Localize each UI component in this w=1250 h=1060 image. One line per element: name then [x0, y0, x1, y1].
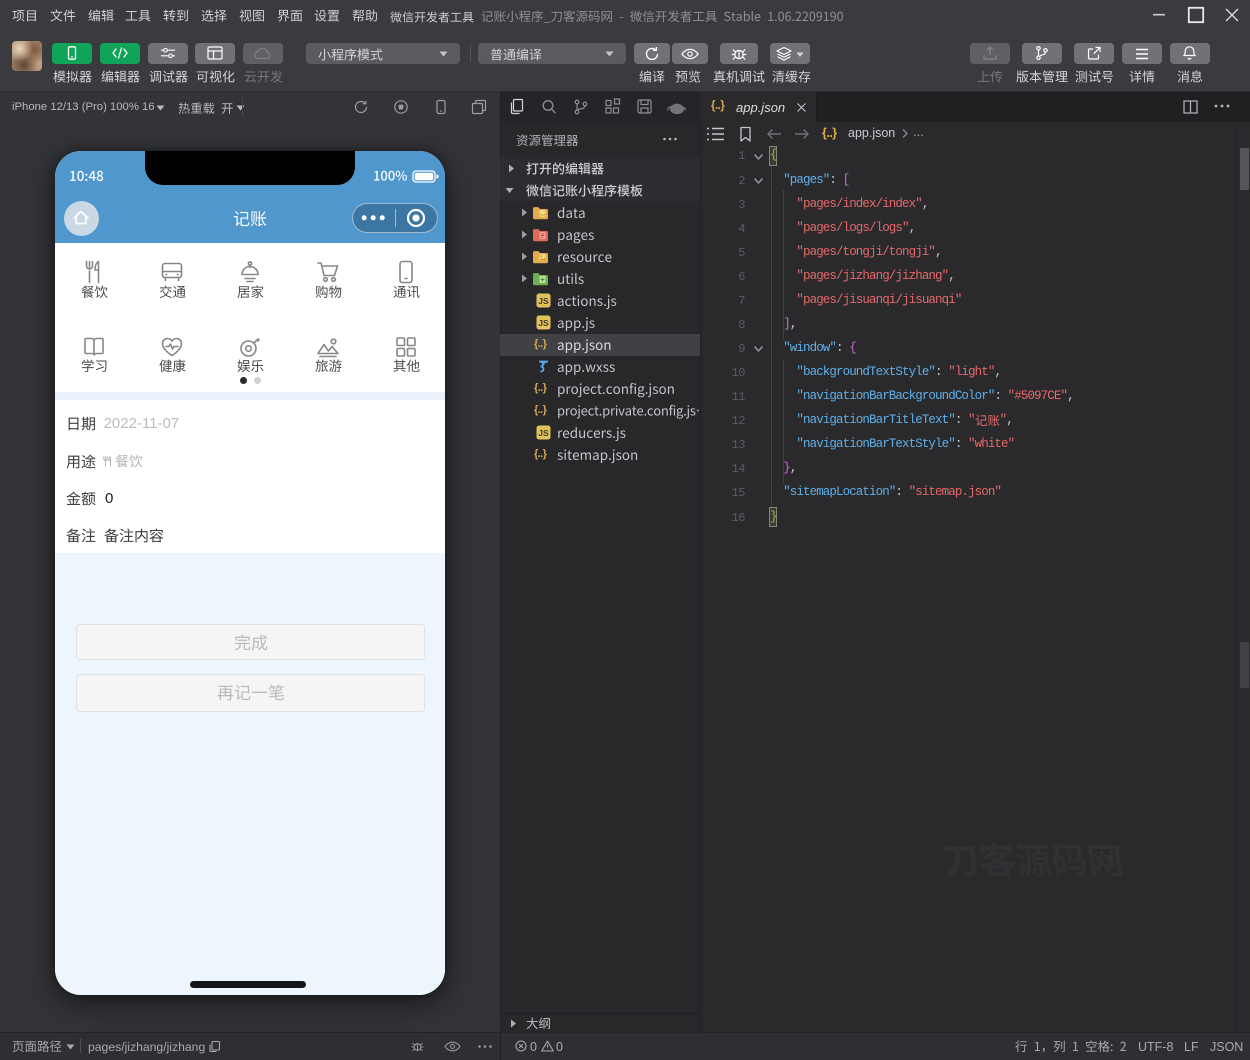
- svg-text:JS: JS: [538, 296, 549, 306]
- svg-text:JS: JS: [538, 318, 549, 328]
- svg-text:JS: JS: [538, 428, 549, 438]
